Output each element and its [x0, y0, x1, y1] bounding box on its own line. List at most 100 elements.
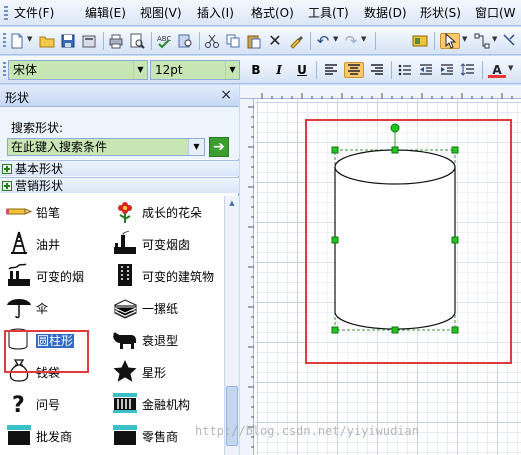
open-icon[interactable] — [39, 33, 55, 49]
resize-handle-se[interactable] — [451, 326, 459, 334]
menu-bar: 文件(F) 编辑(E) 视图(V) 插入(I) 格式(O) 工具(T) 数据(D… — [0, 0, 521, 26]
print-icon[interactable] — [108, 33, 124, 49]
star-icon — [112, 359, 138, 383]
resize-handle-n[interactable] — [391, 146, 399, 154]
decrease-indent-icon[interactable] — [418, 62, 434, 78]
undo-dropdown-icon[interactable]: ▼ — [333, 35, 338, 43]
shape-label: 可变烟囱 — [142, 238, 191, 252]
undo-icon[interactable]: ↶ — [315, 33, 331, 49]
rotation-handle[interactable] — [390, 123, 400, 133]
shapes-window-icon[interactable] — [412, 33, 428, 49]
resize-handle-s[interactable] — [391, 326, 399, 334]
font-size-value: 12pt — [155, 63, 183, 77]
stencil-basic-shapes[interactable]: 基本形状 — [0, 160, 239, 176]
ruler-left-ticks — [248, 106, 254, 448]
underline-button[interactable]: U — [293, 62, 311, 78]
standard-toolbar: ▼ ABC ✕ ↶ ▼ ↷ ▼ ▼ ▼ — [0, 27, 521, 55]
resize-handle-nw[interactable] — [331, 146, 339, 154]
font-name-select[interactable]: 宋体 ▼ — [8, 60, 148, 80]
toolbar-grip-2[interactable] — [3, 62, 6, 78]
menu-grip[interactable] — [4, 6, 8, 20]
search-dropdown-icon[interactable]: ▼ — [188, 139, 204, 155]
font-name-dropdown-icon[interactable]: ▼ — [133, 61, 147, 79]
redo-icon[interactable]: ↷ — [343, 33, 359, 49]
align-right-icon[interactable] — [369, 62, 385, 78]
font-color-button[interactable]: A — [488, 62, 506, 78]
oil-well-icon — [6, 231, 32, 255]
connector-dropdown-icon[interactable]: ▼ — [492, 35, 497, 43]
new-dropdown-icon[interactable]: ▼ — [27, 35, 32, 43]
bullets-icon[interactable] — [397, 62, 413, 78]
shape-label: 星形 — [142, 366, 167, 380]
new-icon[interactable] — [9, 33, 25, 49]
permission-icon[interactable] — [81, 33, 97, 49]
search-input-text: 在此键入搜索条件 — [11, 140, 108, 154]
search-input[interactable]: 在此键入搜索条件 ▼ — [7, 138, 205, 156]
menu-data[interactable]: 数据(D) — [364, 5, 407, 21]
menu-window[interactable]: 窗口(W — [475, 5, 516, 21]
font-size-dropdown-icon[interactable]: ▼ — [225, 61, 239, 79]
shapes-panel: 形状 × 搜索形状: 在此键入搜索条件 ▼ ➔ 基本形状 营销形状 铅笔 成长的… — [0, 85, 239, 455]
format-painter-icon[interactable] — [288, 33, 304, 49]
resize-handle-sw[interactable] — [331, 326, 339, 334]
menu-tools[interactable]: 工具(T) — [308, 5, 349, 21]
copy-icon[interactable] — [225, 33, 241, 49]
selected-shape-highlight — [4, 330, 89, 373]
cylinder-shape[interactable] — [325, 122, 465, 337]
resize-handle-w[interactable] — [331, 236, 339, 244]
cylinder-body — [334, 167, 456, 330]
print-preview-icon[interactable] — [129, 33, 145, 49]
menu-format[interactable]: 格式(O) — [251, 5, 294, 21]
shapes-panel-header: 形状 × — [0, 85, 239, 107]
shape-label: 可变的烟 — [36, 270, 85, 284]
line-spacing-icon[interactable] — [460, 62, 476, 78]
menu-view[interactable]: 视图(V) — [140, 5, 182, 21]
delete-icon[interactable]: ✕ — [267, 33, 283, 49]
drawing-canvas[interactable] — [240, 85, 521, 455]
scroll-up-icon[interactable]: ▲ — [225, 196, 239, 210]
cut-icon[interactable] — [204, 33, 220, 49]
menu-edit[interactable]: 编辑(E) — [85, 5, 126, 21]
cylinder-top — [334, 149, 456, 185]
connection-point-icon[interactable] — [502, 33, 518, 49]
resize-handle-e[interactable] — [451, 236, 459, 244]
close-icon[interactable]: × — [220, 87, 232, 103]
paper-stack-icon — [112, 295, 138, 319]
align-left-icon[interactable] — [323, 62, 339, 78]
research-icon[interactable] — [177, 33, 193, 49]
format-toolbar: 宋体 ▼ 12pt ▼ B I U A ▼ — [0, 56, 521, 84]
menu-file[interactable]: 文件(F) — [14, 5, 54, 21]
shape-label: 批发商 — [36, 430, 73, 444]
paste-icon[interactable] — [246, 33, 262, 49]
search-go-button[interactable]: ➔ — [209, 137, 229, 157]
canvas-grid[interactable] — [255, 100, 521, 455]
shape-list: 铅笔 成长的花朵 油井 可变烟囱 可变的烟 可变的建筑物 伞 一摞纸 圆柱形 衰… — [0, 196, 224, 455]
redo-dropdown-icon[interactable]: ▼ — [361, 35, 366, 43]
resize-handle-ne[interactable] — [451, 146, 459, 154]
spelling-icon[interactable]: ABC — [156, 33, 172, 49]
stencil-label: 基本形状 — [15, 162, 64, 176]
bold-button[interactable]: B — [247, 62, 265, 78]
shape-label: 一摞纸 — [142, 302, 179, 316]
umbrella-icon — [6, 295, 32, 319]
toolbar-grip[interactable] — [3, 33, 6, 49]
increase-indent-icon[interactable] — [439, 62, 455, 78]
menu-insert[interactable]: 插入(I) — [197, 5, 234, 21]
shape-label: 油井 — [36, 238, 61, 252]
flower-icon — [112, 199, 138, 223]
menu-shape[interactable]: 形状(S) — [420, 5, 461, 21]
font-color-dropdown-icon[interactable]: ▼ — [508, 64, 513, 72]
stencil-marketing-shapes[interactable]: 营销形状 — [0, 177, 239, 193]
ruler-left — [240, 99, 254, 455]
question-mark-icon: ? — [6, 391, 32, 418]
italic-button[interactable]: I — [270, 62, 288, 78]
retailer-icon — [112, 423, 138, 447]
save-icon[interactable] — [60, 33, 76, 49]
pointer-dropdown-icon[interactable]: ▼ — [462, 35, 467, 43]
font-size-select[interactable]: 12pt ▼ — [150, 60, 240, 80]
pointer-tool-icon[interactable] — [440, 33, 460, 49]
connector-tool-icon[interactable] — [474, 33, 490, 49]
shape-list-scrollbar[interactable]: ▲ — [224, 196, 239, 455]
ruler-top-ticks — [261, 93, 513, 99]
align-center-icon[interactable] — [344, 62, 364, 78]
